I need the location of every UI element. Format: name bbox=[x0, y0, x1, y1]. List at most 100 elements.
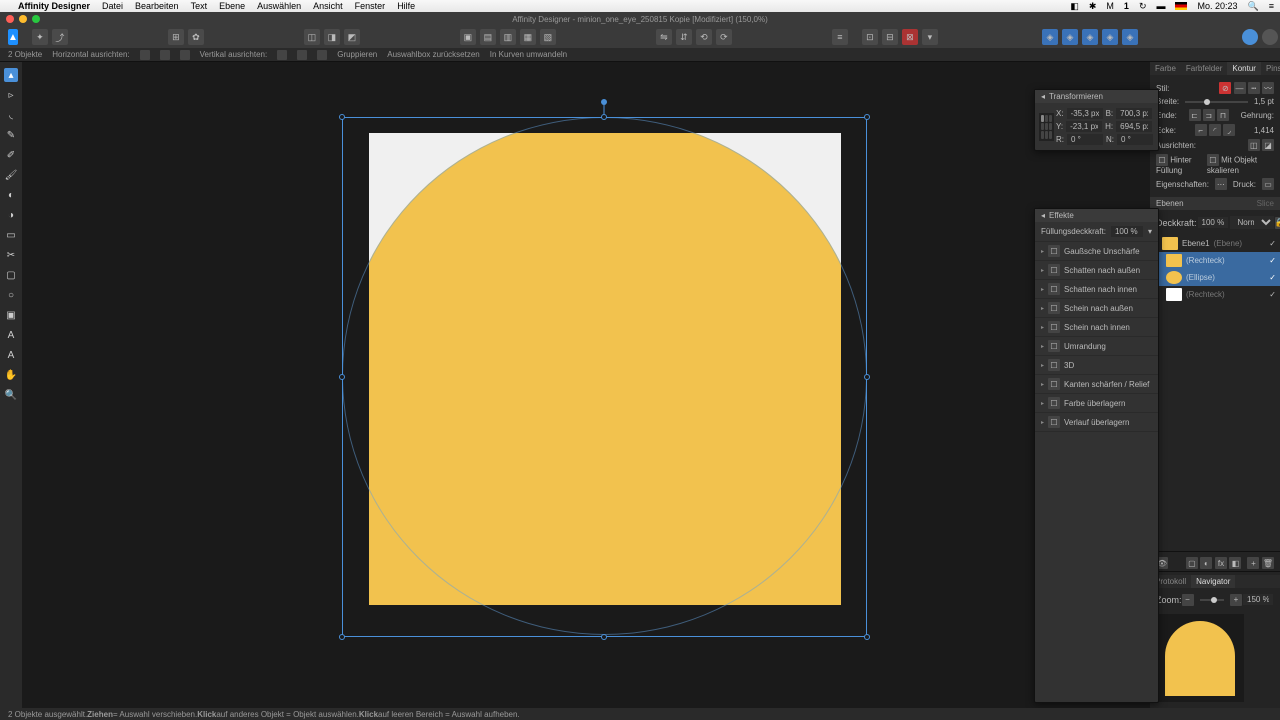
snap-toggle-icon[interactable]: ⊟ bbox=[882, 29, 898, 45]
add-icon[interactable]: ✦ bbox=[32, 29, 48, 45]
status-icon[interactable]: M bbox=[1106, 1, 1114, 11]
effect-item[interactable]: ▸☐Verlauf überlagern bbox=[1035, 413, 1158, 432]
place-tool-icon[interactable]: ▭ bbox=[4, 228, 18, 242]
menu-item[interactable]: Auswählen bbox=[257, 1, 301, 11]
boolean-union-icon[interactable]: ◫ bbox=[304, 29, 320, 45]
transform-panel[interactable]: ◂Transformieren X:B: Y:H: R:N: bbox=[1034, 89, 1159, 151]
align-right-icon[interactable] bbox=[180, 50, 190, 60]
w-input[interactable] bbox=[1116, 108, 1152, 119]
collapse-icon[interactable]: ◂ bbox=[1041, 211, 1045, 220]
to-curves-button[interactable]: In Kurven umwandeln bbox=[490, 50, 567, 59]
status-icon[interactable]: ✱ bbox=[1089, 1, 1097, 12]
resize-handle[interactable] bbox=[864, 374, 870, 380]
menu-item[interactable]: Text bbox=[191, 1, 208, 11]
navigator-tab[interactable]: Navigator bbox=[1191, 575, 1235, 588]
menu-item[interactable]: Fenster bbox=[355, 1, 386, 11]
boolean-subtract-icon[interactable]: ◨ bbox=[324, 29, 340, 45]
effects-panel[interactable]: ◂Effekte Füllungsdeckkraft:▾ ▸☐Gaußsche … bbox=[1034, 208, 1159, 703]
resize-handle[interactable] bbox=[601, 634, 607, 640]
arrange-icon[interactable]: ▧ bbox=[540, 29, 556, 45]
ellipse-tool-icon[interactable]: ○ bbox=[4, 288, 18, 302]
pressure-button[interactable]: ▭ bbox=[1262, 178, 1274, 190]
status-icon[interactable]: 1 bbox=[1124, 1, 1129, 11]
no-stroke-icon[interactable]: ⊘ bbox=[1219, 82, 1231, 94]
flag-icon[interactable] bbox=[1175, 2, 1187, 10]
visibility-checkbox[interactable]: ✓ bbox=[1269, 239, 1276, 248]
crop-icon[interactable]: ◧ bbox=[1229, 557, 1241, 569]
resize-handle[interactable] bbox=[339, 114, 345, 120]
arrange-icon[interactable]: ▣ bbox=[460, 29, 476, 45]
line-stroke-icon[interactable]: — bbox=[1234, 82, 1246, 94]
artistic-text-tool-icon[interactable]: A bbox=[4, 328, 18, 342]
checkbox[interactable]: ☐ bbox=[1207, 154, 1219, 166]
effect-item[interactable]: ▸☐Schatten nach außen bbox=[1035, 261, 1158, 280]
fill-opacity-input[interactable] bbox=[1111, 226, 1143, 237]
fx-icon[interactable]: fx bbox=[1215, 557, 1227, 569]
join-icon[interactable]: ◜ bbox=[1209, 124, 1221, 136]
effect-item[interactable]: ▸☐Schein nach innen bbox=[1035, 318, 1158, 337]
clock[interactable]: Mo. 20:23 bbox=[1197, 1, 1237, 11]
transparency-tool-icon[interactable]: ◑ bbox=[4, 208, 18, 222]
align-icon[interactable]: ≡ bbox=[832, 29, 848, 45]
join-icon[interactable]: ◞ bbox=[1223, 124, 1235, 136]
rounded-rect-tool-icon[interactable]: ▣ bbox=[4, 308, 18, 322]
collapse-icon[interactable]: ◂ bbox=[1041, 92, 1045, 101]
delete-icon[interactable]: 🗑 bbox=[1262, 557, 1274, 569]
layer-item[interactable]: (Rechteck) ✓ bbox=[1150, 286, 1280, 303]
insert-target-icon[interactable]: ◈ bbox=[1122, 29, 1138, 45]
blend-mode-select[interactable]: Normal bbox=[1230, 216, 1274, 229]
mask-icon[interactable]: ▢ bbox=[1186, 557, 1198, 569]
layer-opacity-input[interactable] bbox=[1198, 217, 1228, 228]
align-top-icon[interactable] bbox=[277, 50, 287, 60]
cap-icon[interactable]: ⊐ bbox=[1203, 109, 1215, 121]
grid-icon[interactable]: ⊞ bbox=[168, 29, 184, 45]
r-input[interactable] bbox=[1067, 134, 1103, 145]
search-icon[interactable]: 🔍 bbox=[1248, 1, 1259, 12]
resize-handle[interactable] bbox=[601, 114, 607, 120]
zoom-in-icon[interactable]: + bbox=[1230, 594, 1242, 606]
menu-item[interactable]: Ebene bbox=[219, 1, 245, 11]
minimize-button[interactable] bbox=[19, 15, 27, 23]
close-button[interactable] bbox=[6, 15, 14, 23]
visibility-checkbox[interactable]: ✓ bbox=[1269, 273, 1276, 282]
dropdown-icon[interactable]: ▾ bbox=[1148, 227, 1152, 236]
zoom-out-icon[interactable]: − bbox=[1182, 594, 1194, 606]
props-button[interactable]: ⋯ bbox=[1215, 178, 1227, 190]
rotation-handle[interactable] bbox=[601, 99, 607, 105]
insert-target-icon[interactable]: ◈ bbox=[1102, 29, 1118, 45]
align-left-icon[interactable] bbox=[140, 50, 150, 60]
move-tool-icon[interactable]: ▴ bbox=[4, 68, 18, 82]
layer-item[interactable]: ▾ Ebene1 (Ebene) ✓ bbox=[1150, 235, 1280, 252]
width-slider[interactable] bbox=[1185, 101, 1248, 103]
tab-stroke[interactable]: Kontur bbox=[1227, 62, 1261, 75]
anchor-grid[interactable] bbox=[1039, 113, 1054, 141]
insert-target-icon[interactable]: ◈ bbox=[1082, 29, 1098, 45]
brush-stroke-icon[interactable]: 〰 bbox=[1262, 82, 1274, 94]
share-icon[interactable]: ⤴ bbox=[52, 29, 68, 45]
rectangle-tool-icon[interactable]: ▢ bbox=[4, 268, 18, 282]
insert-target-icon[interactable]: ◈ bbox=[1042, 29, 1058, 45]
layer-item[interactable]: (Rechteck) ✓ bbox=[1150, 252, 1280, 269]
pencil-tool-icon[interactable]: ✐ bbox=[4, 148, 18, 162]
snap-off-icon[interactable]: ⊠ bbox=[902, 29, 918, 45]
resize-handle[interactable] bbox=[864, 114, 870, 120]
dash-stroke-icon[interactable]: ┅ bbox=[1248, 82, 1260, 94]
app-menu[interactable]: Affinity Designer bbox=[18, 1, 90, 11]
add-layer-icon[interactable]: + bbox=[1247, 557, 1259, 569]
menu-item[interactable]: Bearbeiten bbox=[135, 1, 179, 11]
snap-icon[interactable]: ✿ bbox=[188, 29, 204, 45]
rotate-icon[interactable]: ⟳ bbox=[716, 29, 732, 45]
align-middle-icon[interactable] bbox=[297, 50, 307, 60]
arrange-icon[interactable]: ▦ bbox=[520, 29, 536, 45]
tab-swatches[interactable]: Farbfelder bbox=[1181, 62, 1227, 75]
layers-tab[interactable]: Ebenen bbox=[1156, 199, 1184, 208]
h-input[interactable] bbox=[1116, 121, 1152, 132]
arrange-icon[interactable]: ▤ bbox=[480, 29, 496, 45]
tab-color[interactable]: Farbe bbox=[1150, 62, 1181, 75]
checkbox[interactable]: ☐ bbox=[1156, 154, 1168, 166]
status-icon[interactable]: ◧ bbox=[1070, 1, 1079, 12]
corner-value[interactable]: 1,414 bbox=[1254, 126, 1274, 135]
effect-item[interactable]: ▸☐Gaußsche Unschärfe bbox=[1035, 242, 1158, 261]
flip-h-icon[interactable]: ⇋ bbox=[656, 29, 672, 45]
menu-item[interactable]: Hilfe bbox=[397, 1, 415, 11]
